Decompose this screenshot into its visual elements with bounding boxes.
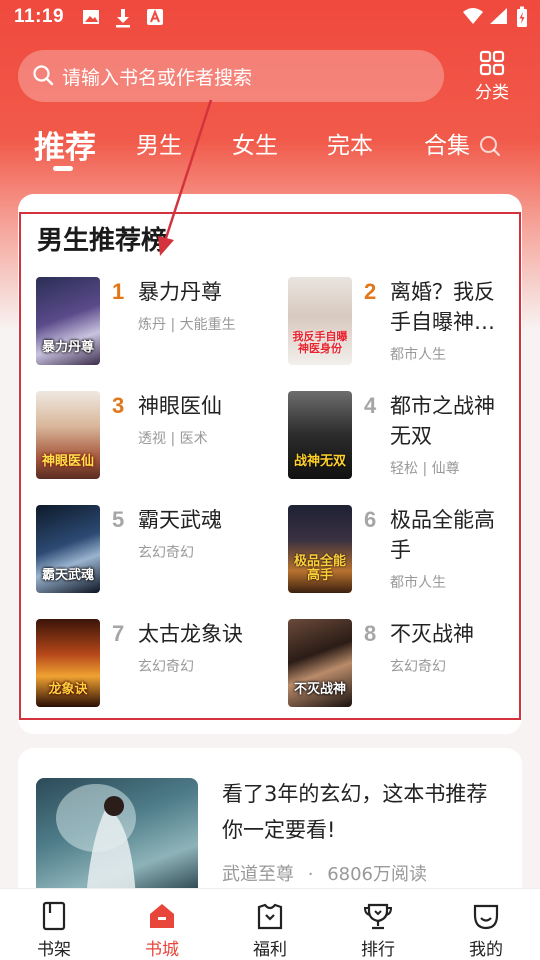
image-notification-icon [82, 8, 100, 30]
status-time: 11:19 [14, 6, 65, 27]
search-icon [32, 64, 54, 90]
category-label: 分类 [475, 83, 509, 103]
meta-separator: · [307, 864, 314, 885]
profile-icon [473, 904, 499, 930]
search-placeholder: 请输入书名或作者搜索 [62, 67, 253, 89]
tab-completed[interactable]: 完本 [327, 126, 373, 160]
annotation-frame [19, 212, 521, 720]
signal-icon [488, 7, 508, 29]
status-bar: 11:19 [0, 0, 540, 36]
grid-icon [479, 50, 505, 76]
trophy-icon [363, 903, 393, 930]
recommend-book-name: 武道至尊 [222, 864, 294, 885]
tab-search-icon[interactable] [478, 134, 502, 162]
recommend-meta: 武道至尊 · 6806万阅读 [222, 860, 427, 886]
nav-mine[interactable]: 我的 [446, 889, 526, 960]
tab-collection[interactable]: 合集 [424, 126, 470, 160]
tab-male[interactable]: 男生 [136, 126, 182, 160]
wifi-icon [462, 7, 484, 29]
download-icon [114, 8, 132, 32]
bookstore-icon [150, 904, 174, 928]
nav-bookshelf[interactable]: 书架 [14, 889, 94, 960]
channel-tabs: 推荐 男生 女生 完本 合集 [0, 126, 540, 176]
bottom-nav: 书架 书城 福利 排行 我的 [0, 888, 540, 960]
active-tab-indicator [53, 166, 73, 171]
nav-ranking[interactable]: 排行 [338, 889, 418, 960]
bookshelf-icon [42, 901, 66, 931]
gift-icon [257, 903, 283, 930]
search-bar[interactable]: 请输入书名或作者搜索 [18, 50, 444, 102]
nav-label: 排行 [361, 940, 395, 960]
nav-label: 我的 [469, 940, 503, 960]
tab-recommend[interactable]: 推荐 [34, 122, 96, 167]
nav-welfare[interactable]: 福利 [230, 889, 310, 960]
recommend-read-count: 6806万阅读 [327, 864, 428, 885]
nav-label: 书城 [145, 940, 179, 960]
category-button[interactable]: 分类 [466, 48, 518, 104]
nav-label: 书架 [37, 940, 71, 960]
recommend-title: 看了3年的玄幻，这本书推荐你一定要看! [222, 782, 488, 842]
battery-icon [516, 6, 528, 32]
nav-label: 福利 [253, 940, 287, 960]
recommend-cover-image [36, 778, 198, 898]
tab-female[interactable]: 女生 [232, 126, 278, 160]
app-notification-icon [146, 8, 164, 30]
nav-bookstore[interactable]: 书城 [122, 889, 202, 960]
